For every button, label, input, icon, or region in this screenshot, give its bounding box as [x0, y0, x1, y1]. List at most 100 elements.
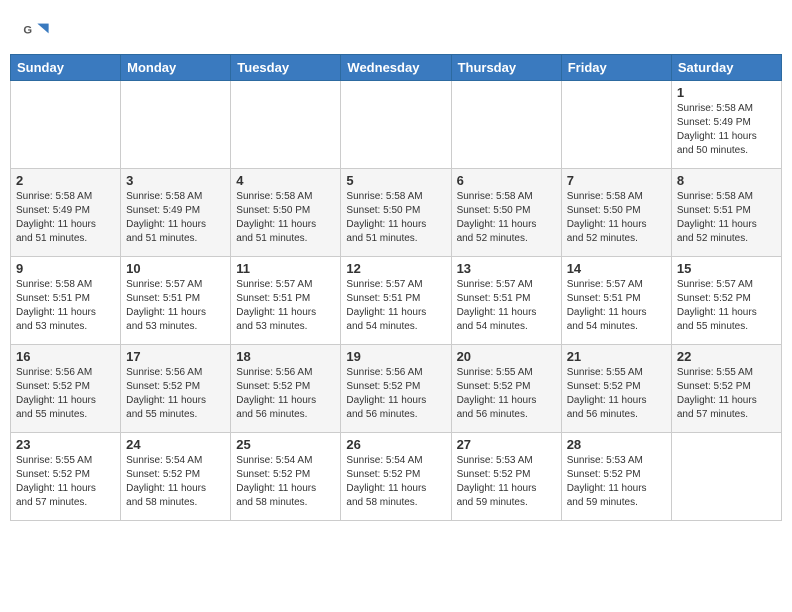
- calendar-cell: 8 Sunrise: 5:58 AM Sunset: 5:51 PM Daylig…: [671, 169, 781, 257]
- calendar-cell: 11 Sunrise: 5:57 AM Sunset: 5:51 PM Dayli…: [231, 257, 341, 345]
- calendar-cell: 27 Sunrise: 5:53 AM Sunset: 5:52 PM Dayli…: [451, 433, 561, 521]
- col-header-monday: Monday: [121, 55, 231, 81]
- col-header-thursday: Thursday: [451, 55, 561, 81]
- col-header-wednesday: Wednesday: [341, 55, 451, 81]
- day-info: Sunrise: 5:56 AM Sunset: 5:52 PM Dayligh…: [126, 366, 225, 422]
- calendar-cell: 28 Sunrise: 5:53 AM Sunset: 5:52 PM Dayli…: [561, 433, 671, 521]
- day-number: 18: [236, 349, 335, 364]
- day-number: 26: [346, 437, 445, 452]
- day-info: Sunrise: 5:58 AM Sunset: 5:50 PM Dayligh…: [346, 190, 445, 246]
- calendar-cell: 1 Sunrise: 5:58 AM Sunset: 5:49 PM Daylig…: [671, 81, 781, 169]
- day-number: 11: [236, 261, 335, 276]
- calendar-cell: [341, 81, 451, 169]
- calendar-cell: [561, 81, 671, 169]
- day-number: 13: [457, 261, 556, 276]
- day-info: Sunrise: 5:53 AM Sunset: 5:52 PM Dayligh…: [567, 454, 666, 510]
- calendar-cell: [121, 81, 231, 169]
- day-info: Sunrise: 5:57 AM Sunset: 5:52 PM Dayligh…: [677, 278, 776, 334]
- day-number: 23: [16, 437, 115, 452]
- day-info: Sunrise: 5:58 AM Sunset: 5:50 PM Dayligh…: [457, 190, 556, 246]
- col-header-friday: Friday: [561, 55, 671, 81]
- day-info: Sunrise: 5:58 AM Sunset: 5:50 PM Dayligh…: [236, 190, 335, 246]
- calendar-cell: 24 Sunrise: 5:54 AM Sunset: 5:52 PM Dayli…: [121, 433, 231, 521]
- day-number: 8: [677, 173, 776, 188]
- calendar-cell: 25 Sunrise: 5:54 AM Sunset: 5:52 PM Dayli…: [231, 433, 341, 521]
- day-info: Sunrise: 5:54 AM Sunset: 5:52 PM Dayligh…: [126, 454, 225, 510]
- day-info: Sunrise: 5:54 AM Sunset: 5:52 PM Dayligh…: [236, 454, 335, 510]
- calendar-cell: 20Sunrise: 5:55 AM Sunset: 5:52 PM Dayli…: [451, 345, 561, 433]
- calendar-week-3: 16 Sunrise: 5:56 AM Sunset: 5:52 PM Dayli…: [11, 345, 782, 433]
- day-number: 15: [677, 261, 776, 276]
- day-info: Sunrise: 5:55 AM Sunset: 5:52 PM Dayligh…: [457, 366, 556, 422]
- day-info: Sunrise: 5:58 AM Sunset: 5:50 PM Dayligh…: [567, 190, 666, 246]
- calendar-cell: 17 Sunrise: 5:56 AM Sunset: 5:52 PM Dayli…: [121, 345, 231, 433]
- day-info: Sunrise: 5:57 AM Sunset: 5:51 PM Dayligh…: [126, 278, 225, 334]
- day-info: Sunrise: 5:54 AM Sunset: 5:52 PM Dayligh…: [346, 454, 445, 510]
- day-info: Sunrise: 5:53 AM Sunset: 5:52 PM Dayligh…: [457, 454, 556, 510]
- day-info: Sunrise: 5:56 AM Sunset: 5:52 PM Dayligh…: [346, 366, 445, 422]
- day-info: Sunrise: 5:57 AM Sunset: 5:51 PM Dayligh…: [457, 278, 556, 334]
- calendar-cell: 21 Sunrise: 5:55 AM Sunset: 5:52 PM Dayli…: [561, 345, 671, 433]
- logo: G: [22, 18, 54, 46]
- calendar-cell: 16 Sunrise: 5:56 AM Sunset: 5:52 PM Dayli…: [11, 345, 121, 433]
- calendar-cell: 7 Sunrise: 5:58 AM Sunset: 5:50 PM Daylig…: [561, 169, 671, 257]
- day-info: Sunrise: 5:55 AM Sunset: 5:52 PM Dayligh…: [677, 366, 776, 422]
- day-number: 25: [236, 437, 335, 452]
- day-number: 3: [126, 173, 225, 188]
- col-header-saturday: Saturday: [671, 55, 781, 81]
- day-number: 5: [346, 173, 445, 188]
- calendar-cell: 23 Sunrise: 5:55 AM Sunset: 5:52 PM Dayli…: [11, 433, 121, 521]
- day-number: 7: [567, 173, 666, 188]
- calendar-cell: 6 Sunrise: 5:58 AM Sunset: 5:50 PM Daylig…: [451, 169, 561, 257]
- calendar-cell: 9Sunrise: 5:58 AM Sunset: 5:51 PM Daylig…: [11, 257, 121, 345]
- day-info: Sunrise: 5:57 AM Sunset: 5:51 PM Dayligh…: [567, 278, 666, 334]
- day-info: Sunrise: 5:57 AM Sunset: 5:51 PM Dayligh…: [346, 278, 445, 334]
- col-header-tuesday: Tuesday: [231, 55, 341, 81]
- day-info: Sunrise: 5:56 AM Sunset: 5:52 PM Dayligh…: [236, 366, 335, 422]
- day-number: 6: [457, 173, 556, 188]
- day-number: 27: [457, 437, 556, 452]
- day-info: Sunrise: 5:58 AM Sunset: 5:51 PM Dayligh…: [677, 190, 776, 246]
- calendar-cell: 14 Sunrise: 5:57 AM Sunset: 5:51 PM Dayli…: [561, 257, 671, 345]
- day-info: Sunrise: 5:55 AM Sunset: 5:52 PM Dayligh…: [567, 366, 666, 422]
- calendar-cell: 4 Sunrise: 5:58 AM Sunset: 5:50 PM Daylig…: [231, 169, 341, 257]
- calendar-cell: 22 Sunrise: 5:55 AM Sunset: 5:52 PM Dayli…: [671, 345, 781, 433]
- day-number: 1: [677, 85, 776, 100]
- day-info: Sunrise: 5:56 AM Sunset: 5:52 PM Dayligh…: [16, 366, 115, 422]
- day-number: 21: [567, 349, 666, 364]
- day-number: 17: [126, 349, 225, 364]
- calendar-cell: [11, 81, 121, 169]
- svg-text:G: G: [23, 24, 32, 36]
- calendar-week-0: 1 Sunrise: 5:58 AM Sunset: 5:49 PM Daylig…: [11, 81, 782, 169]
- calendar-cell: 2Sunrise: 5:58 AM Sunset: 5:49 PM Daylig…: [11, 169, 121, 257]
- calendar-cell: 13 Sunrise: 5:57 AM Sunset: 5:51 PM Dayli…: [451, 257, 561, 345]
- calendar-header-row: SundayMondayTuesdayWednesdayThursdayFrid…: [11, 55, 782, 81]
- col-header-sunday: Sunday: [11, 55, 121, 81]
- day-number: 4: [236, 173, 335, 188]
- day-info: Sunrise: 5:55 AM Sunset: 5:52 PM Dayligh…: [16, 454, 115, 510]
- calendar-cell: 15 Sunrise: 5:57 AM Sunset: 5:52 PM Dayli…: [671, 257, 781, 345]
- day-number: 19: [346, 349, 445, 364]
- day-number: 9: [16, 261, 115, 276]
- calendar-cell: 12Sunrise: 5:57 AM Sunset: 5:51 PM Dayli…: [341, 257, 451, 345]
- calendar-table: SundayMondayTuesdayWednesdayThursdayFrid…: [10, 54, 782, 521]
- day-number: 16: [16, 349, 115, 364]
- calendar-cell: [231, 81, 341, 169]
- page-header: G: [10, 10, 782, 50]
- day-number: 24: [126, 437, 225, 452]
- day-number: 22: [677, 349, 776, 364]
- day-info: Sunrise: 5:58 AM Sunset: 5:49 PM Dayligh…: [677, 102, 776, 158]
- logo-icon: G: [22, 18, 50, 46]
- calendar-cell: 10Sunrise: 5:57 AM Sunset: 5:51 PM Dayli…: [121, 257, 231, 345]
- calendar-cell: [451, 81, 561, 169]
- calendar-cell: [671, 433, 781, 521]
- day-info: Sunrise: 5:57 AM Sunset: 5:51 PM Dayligh…: [236, 278, 335, 334]
- calendar-week-2: 9Sunrise: 5:58 AM Sunset: 5:51 PM Daylig…: [11, 257, 782, 345]
- day-number: 14: [567, 261, 666, 276]
- day-info: Sunrise: 5:58 AM Sunset: 5:49 PM Dayligh…: [126, 190, 225, 246]
- day-number: 28: [567, 437, 666, 452]
- calendar-cell: 18 Sunrise: 5:56 AM Sunset: 5:52 PM Dayli…: [231, 345, 341, 433]
- calendar-cell: 5 Sunrise: 5:58 AM Sunset: 5:50 PM Daylig…: [341, 169, 451, 257]
- calendar-week-4: 23 Sunrise: 5:55 AM Sunset: 5:52 PM Dayli…: [11, 433, 782, 521]
- calendar-cell: 19 Sunrise: 5:56 AM Sunset: 5:52 PM Dayli…: [341, 345, 451, 433]
